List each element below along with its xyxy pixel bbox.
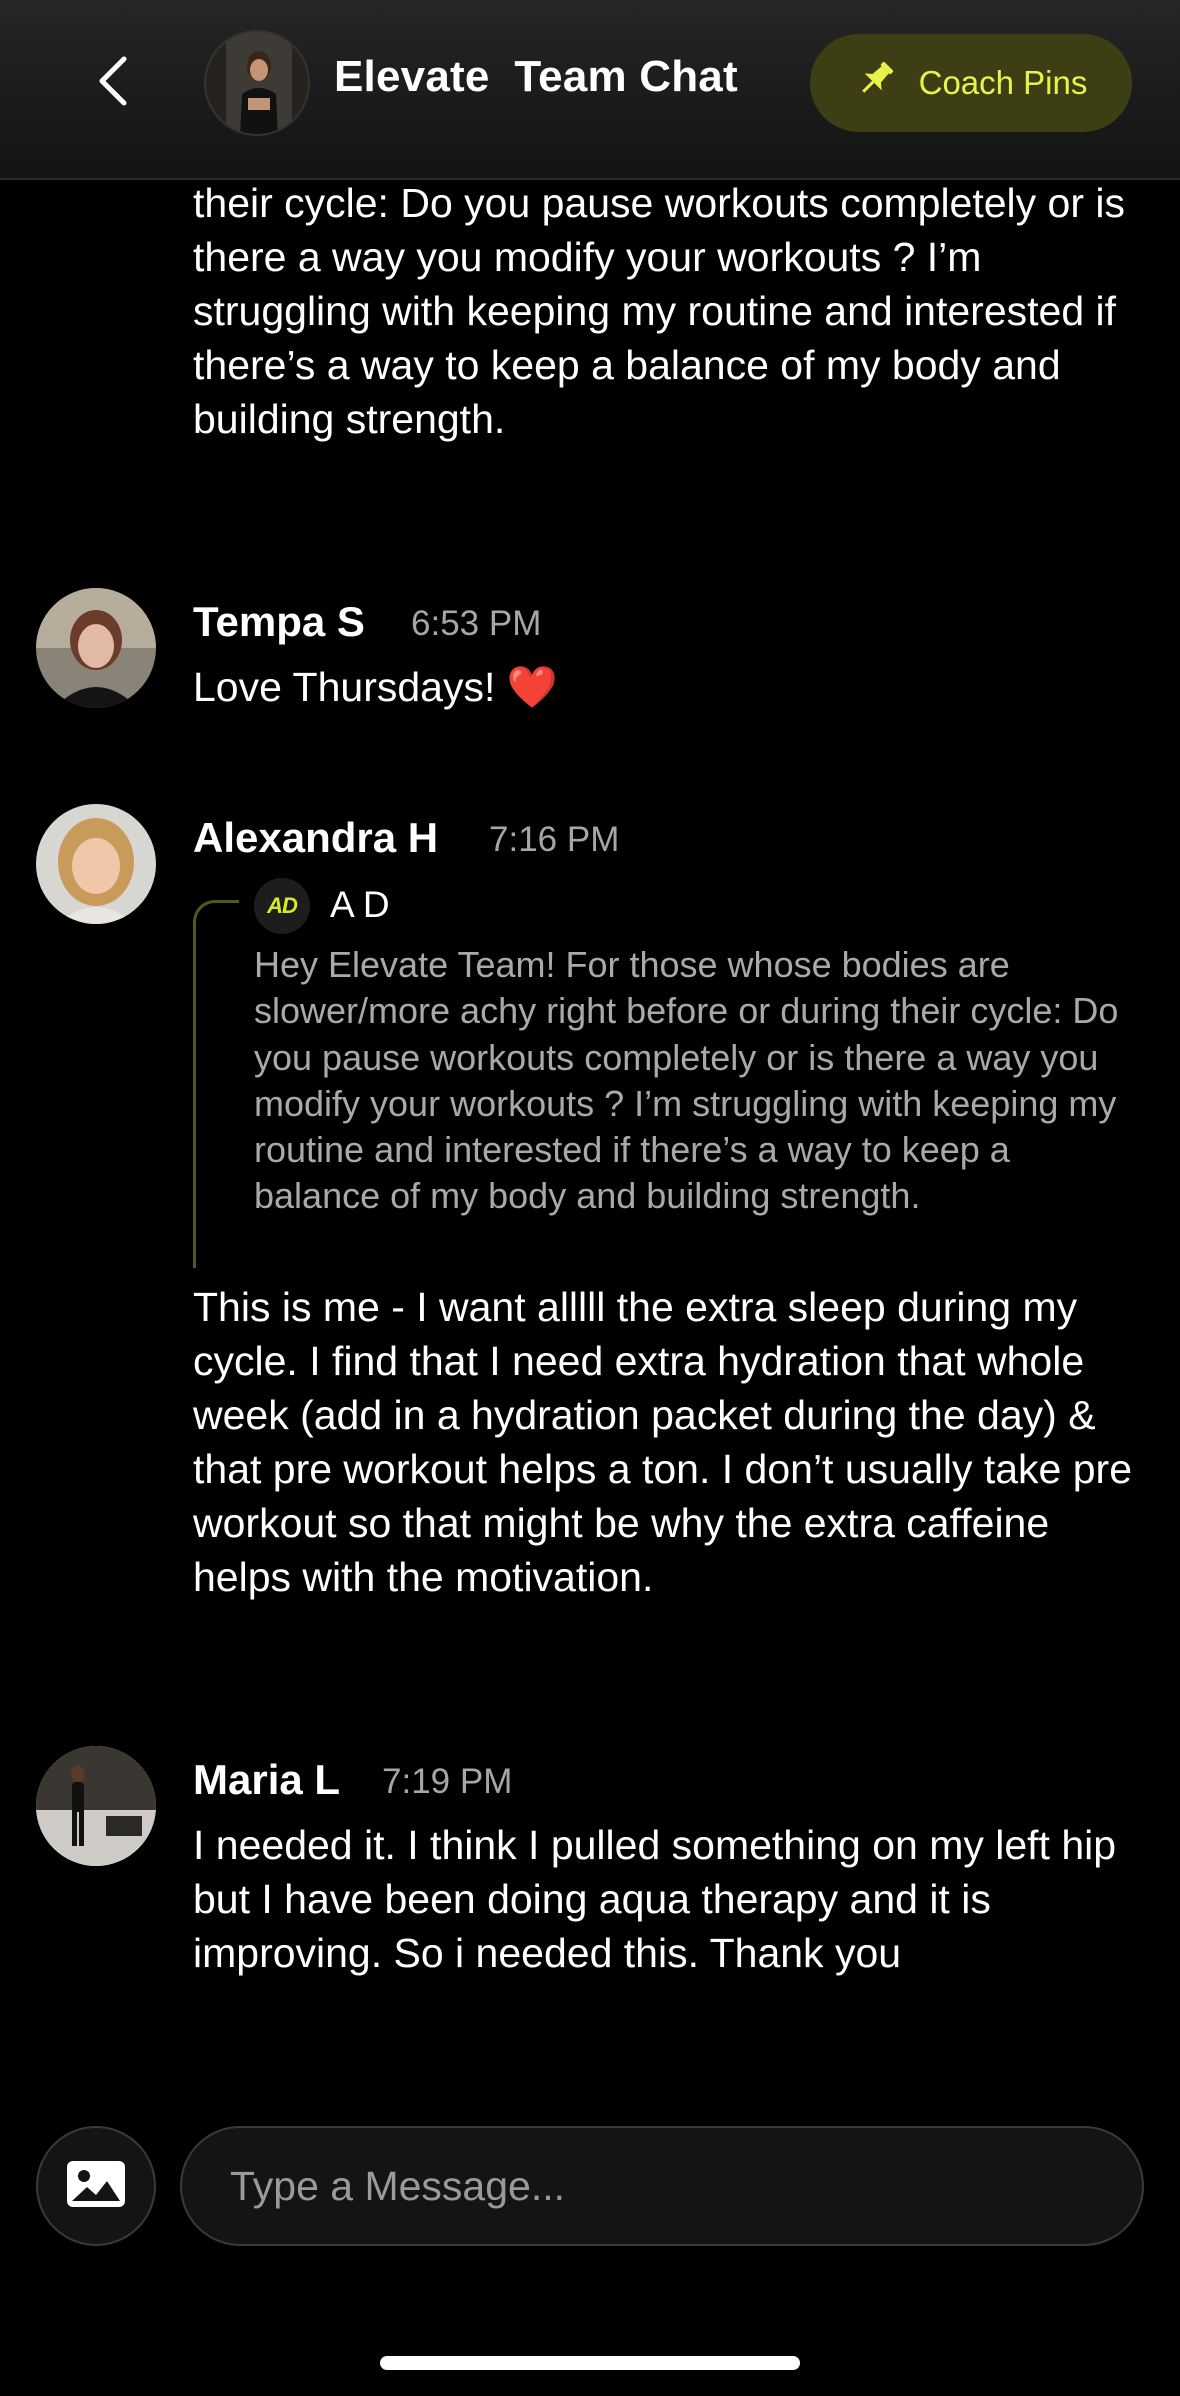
message-input[interactable]: Type a Message... xyxy=(180,2126,1144,2246)
reply-line xyxy=(193,900,239,1268)
timestamp: 6:53 PM xyxy=(411,604,542,643)
avatar-tempa[interactable] xyxy=(36,588,156,708)
back-button[interactable] xyxy=(82,50,142,116)
message-text: This is me - I want alllll the extra sle… xyxy=(193,1284,1132,1600)
pushpin-icon xyxy=(855,58,897,108)
coach-pins-button[interactable]: Coach Pins xyxy=(810,34,1132,132)
home-indicator[interactable] xyxy=(380,2356,800,2370)
chat-screen: their cycle: Do you pause workouts compl… xyxy=(0,0,1180,2396)
chat-header: Elevate Team Chat Coach Pins xyxy=(0,0,1180,180)
message-input-placeholder: Type a Message... xyxy=(230,2162,566,2209)
reply-text: Hey Elevate Team! For those whose bodies… xyxy=(254,944,1119,1217)
message-text-continued: their cycle: Do you pause workouts compl… xyxy=(193,180,1126,442)
avatar-maria[interactable] xyxy=(36,1746,156,1866)
sender-name: Alexandra H xyxy=(193,814,439,861)
chat-title: Elevate Team Chat xyxy=(334,52,738,101)
group-avatar[interactable] xyxy=(204,30,310,136)
timestamp: 7:16 PM xyxy=(489,820,620,859)
message-text: Love Thursdays! ❤️ xyxy=(193,664,558,710)
sender-name: Tempa S xyxy=(193,598,365,645)
sender-name: Maria L xyxy=(193,1756,341,1803)
reply-avatar-badge: AD xyxy=(254,878,310,934)
message-text: I needed it. I think I pulled something … xyxy=(193,1822,1117,1976)
timestamp: 7:19 PM xyxy=(382,1762,513,1801)
attach-image-button[interactable] xyxy=(36,2126,156,2246)
image-icon xyxy=(67,2160,125,2212)
coach-pins-label: Coach Pins xyxy=(918,64,1088,101)
chevron-left-icon xyxy=(94,55,130,112)
reply-sender-name: A D xyxy=(330,884,390,925)
avatar-alexandra[interactable] xyxy=(36,804,156,924)
